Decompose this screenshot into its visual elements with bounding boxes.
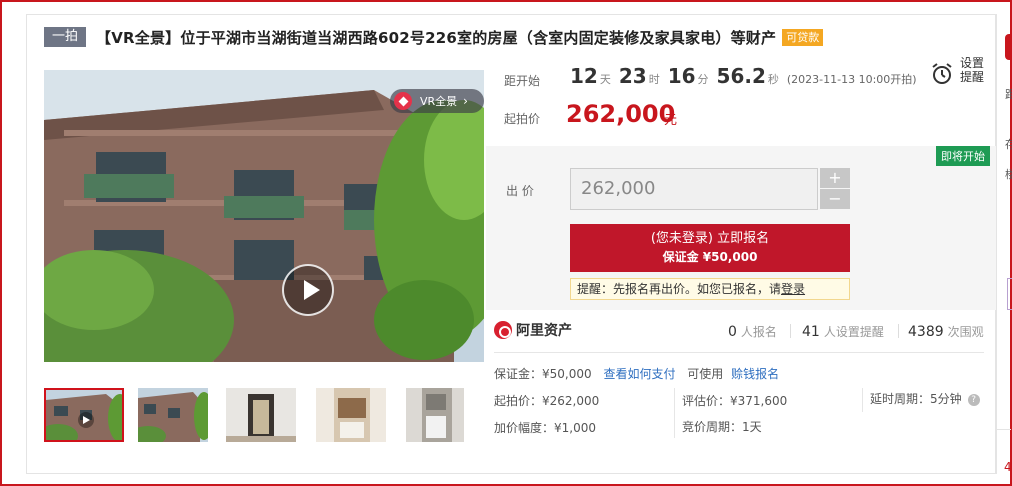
sidebar-text: 楼 bbox=[1005, 168, 1012, 181]
status-badge: 即将开始 bbox=[936, 146, 990, 166]
signup-count: 0 人报名 bbox=[728, 323, 777, 340]
starting-price-label: 起拍价 bbox=[504, 112, 541, 126]
decrease-bid-button[interactable]: − bbox=[820, 189, 850, 209]
countdown-label: 距开始 bbox=[504, 74, 541, 88]
help-icon[interactable]: ? bbox=[967, 393, 980, 406]
signup-count-label: 人报名 bbox=[740, 325, 777, 339]
reminder-count: 41 人设置提醒 bbox=[802, 323, 884, 340]
appraisal-value: 评估价：¥371,600 bbox=[682, 394, 788, 408]
view-count: 4389 次围观 bbox=[908, 323, 984, 340]
alarm-clock-icon[interactable] bbox=[930, 62, 954, 86]
vr-view-button[interactable]: VR全景 › bbox=[390, 89, 484, 113]
ali-assets-icon bbox=[494, 321, 512, 339]
countdown-hours-unit: 时 bbox=[648, 73, 660, 86]
sidebar-red-tab[interactable] bbox=[1005, 34, 1012, 60]
reminder-count-value: 41 bbox=[802, 324, 820, 340]
bid-panel: 即将开始 出 价 262,000 + − (您未登录) 立即报名 保证金 ¥50… bbox=[486, 146, 996, 310]
video-play-button[interactable] bbox=[282, 264, 334, 316]
available-text: 可使用 bbox=[687, 367, 724, 381]
signup-button-label: (您未登录) 立即报名 bbox=[650, 231, 770, 246]
thumbnail-2[interactable] bbox=[138, 388, 208, 442]
how-to-pay-link[interactable]: 查看如何支付 bbox=[603, 367, 675, 381]
countdown-seconds: 56.2 bbox=[716, 64, 766, 88]
thumbnail-image bbox=[138, 388, 208, 442]
thumbnail-image bbox=[406, 388, 464, 442]
platform-name: 阿里资产 bbox=[516, 323, 572, 339]
divider bbox=[898, 324, 899, 338]
divider bbox=[790, 324, 791, 338]
set-reminder-button[interactable]: 设置提醒 bbox=[960, 56, 988, 84]
sidebar-text: 存 bbox=[1005, 138, 1012, 151]
start-price-detail: 起拍价：¥262,000 bbox=[494, 394, 600, 408]
thumbnail-image bbox=[226, 388, 296, 442]
lot-title: 【VR全景】位于平湖市当湖街道当湖西路602号226室的房屋（含室内固定装修及家… bbox=[96, 28, 777, 47]
loan-tag: 可贷款 bbox=[782, 28, 824, 46]
credit-signup-link[interactable]: 赊钱报名 bbox=[731, 367, 779, 381]
signup-tip: 提醒：先报名再出价。如您已报名，请登录 bbox=[570, 278, 850, 300]
increase-bid-button[interactable]: + bbox=[820, 168, 850, 188]
countdown-minutes-unit: 分 bbox=[697, 73, 709, 86]
lot-title-row: 一拍 【VR全景】位于平湖市当湖街道当湖西路602号226室的房屋（含室内固定装… bbox=[44, 26, 824, 48]
thumbnail-3[interactable] bbox=[226, 388, 296, 442]
divider bbox=[862, 388, 863, 412]
view-count-label: 次围观 bbox=[947, 325, 984, 339]
login-link[interactable]: 登录 bbox=[781, 282, 805, 296]
sidebar-mark: 4 bbox=[1004, 460, 1012, 474]
signup-button[interactable]: (您未登录) 立即报名 保证金 ¥50,000 bbox=[570, 224, 850, 272]
increment-detail: 加价幅度：¥1,000 bbox=[494, 421, 596, 435]
bid-period: 竞价周期：1天 bbox=[682, 420, 762, 434]
countdown-days: 12 bbox=[570, 64, 598, 88]
auction-round-tag: 一拍 bbox=[44, 27, 87, 47]
tip-text: 提醒：先报名再出价。如您已报名，请 bbox=[577, 282, 782, 296]
view-count-value: 4389 bbox=[908, 324, 944, 340]
platform-logo[interactable]: 阿里资产 bbox=[494, 320, 572, 340]
delay-period-text: 延时周期：5分钟 bbox=[870, 392, 962, 406]
countdown-hours: 23 bbox=[618, 64, 647, 88]
deposit-text: 保证金：¥50,000 bbox=[494, 367, 592, 381]
sidebar-text: 距 bbox=[1005, 88, 1012, 101]
signup-count-value: 0 bbox=[728, 324, 737, 340]
vr-label: VR全景 bbox=[420, 95, 458, 108]
chevron-right-icon: › bbox=[463, 94, 468, 108]
main-photo[interactable] bbox=[44, 70, 484, 362]
thumbnail-4[interactable] bbox=[316, 388, 386, 442]
divider bbox=[494, 352, 984, 353]
divider bbox=[674, 388, 675, 438]
right-sidebar: 距 存 楼 4 bbox=[996, 14, 1012, 474]
start-time: (2023-11-13 10:00开拍) bbox=[786, 73, 917, 86]
reminder-count-label: 人设置提醒 bbox=[823, 325, 884, 339]
countdown-seconds-unit: 秒 bbox=[767, 73, 779, 86]
countdown-minutes: 16 bbox=[667, 64, 696, 88]
thumbnail-5[interactable] bbox=[406, 388, 464, 442]
vr-icon bbox=[394, 92, 412, 110]
thumbnail-image bbox=[46, 390, 122, 440]
countdown-days-unit: 天 bbox=[599, 73, 611, 86]
deposit-row: 保证金：¥50,000 查看如何支付 可使用 赊钱报名 bbox=[494, 365, 779, 382]
countdown: 12 天 23 时 16 分 56.2 秒 (2023-11-13 10:00开… bbox=[570, 64, 917, 88]
delay-period: 延时周期：5分钟? bbox=[870, 390, 980, 407]
building-photo bbox=[44, 70, 484, 362]
signup-deposit-label: 保证金 ¥50,000 bbox=[662, 250, 758, 264]
bid-label: 出 价 bbox=[506, 184, 534, 198]
starting-price-value: 262,000 bbox=[566, 100, 676, 128]
thumbnail-image bbox=[316, 388, 386, 442]
sidebar-divider bbox=[997, 429, 1011, 430]
bid-amount-input[interactable]: 262,000 bbox=[570, 168, 818, 210]
sidebar-box[interactable] bbox=[1007, 278, 1012, 310]
starting-price-unit: 元 bbox=[664, 113, 678, 128]
thumbnail-1[interactable] bbox=[44, 388, 124, 442]
